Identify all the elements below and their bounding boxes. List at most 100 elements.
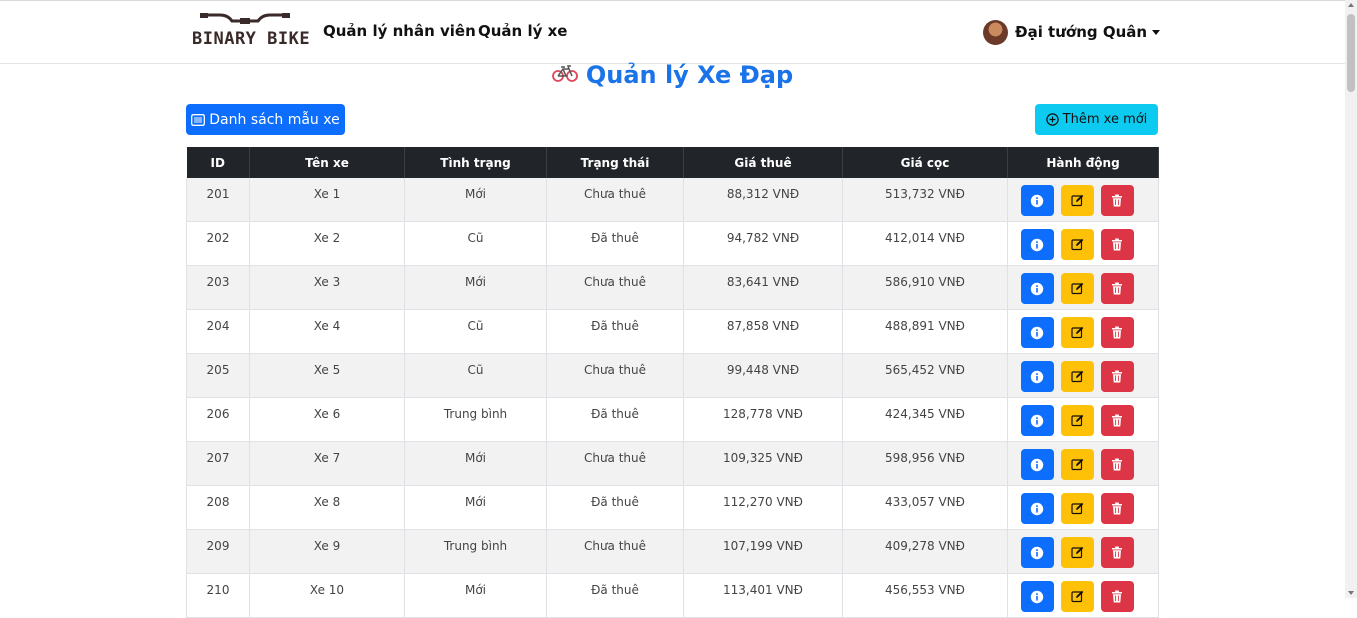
edit-button[interactable] (1060, 317, 1094, 348)
cell-condition-text: Mới (464, 187, 487, 201)
cell-rent-price: 112,270 VNĐ (683, 485, 843, 530)
cell-id: 208 (186, 485, 250, 530)
info-button[interactable] (1020, 449, 1054, 480)
cell-condition: Mới (404, 265, 547, 310)
delete-button[interactable] (1100, 537, 1134, 568)
info-button[interactable] (1020, 581, 1054, 612)
cell-deposit-text: 488,891 VNĐ (885, 319, 965, 333)
cell-rent-price: 109,325 VNĐ (683, 441, 843, 486)
page-title-text: Quản lý Xe Đạp (585, 61, 794, 89)
delete-button[interactable] (1100, 229, 1134, 260)
delete-button[interactable] (1100, 581, 1134, 612)
cell-actions (1007, 529, 1159, 574)
cell-condition-text: Cũ (467, 231, 484, 245)
cell-status: Chưa thuê (546, 265, 684, 310)
edit-button[interactable] (1060, 273, 1094, 304)
cell-status-text: Đã thuê (591, 319, 639, 333)
cell-id-text: 206 (206, 407, 230, 421)
edit-icon (1070, 458, 1084, 471)
cell-rent-price-text: 94,782 VNĐ (726, 231, 800, 245)
cell-condition: Mới (404, 441, 547, 486)
table-row: 206 Xe 6 Trung bình Đã thuê 128,778 VNĐ 424,3… (186, 397, 1159, 442)
edit-button[interactable] (1060, 537, 1094, 568)
user-menu[interactable]: Đại tướng Quân (983, 19, 1161, 45)
brand-text: BINARY BIKE (192, 29, 311, 49)
cell-condition-text: Trung bình (443, 539, 508, 553)
cell-deposit-text: 433,057 VNĐ (885, 495, 965, 509)
delete-button[interactable] (1100, 317, 1134, 348)
vertical-scrollbar[interactable] (1345, 0, 1357, 598)
header-rent-price: Giá thuê (683, 147, 843, 178)
action-group (1008, 266, 1158, 304)
scroll-up-icon[interactable] (1348, 3, 1354, 7)
scroll-thumb[interactable] (1347, 14, 1355, 92)
trash-icon (1111, 414, 1123, 427)
cell-name-text: Xe 9 (313, 539, 341, 553)
brand-logo[interactable]: BINARY BIKE (192, 11, 310, 49)
handlebar-icon (200, 13, 290, 24)
cell-id-text: 204 (206, 319, 230, 333)
edit-button[interactable] (1060, 493, 1094, 524)
avatar (983, 19, 1008, 45)
add-bike-button[interactable]: Thêm xe mới (1035, 104, 1158, 135)
cell-name-text: Xe 6 (313, 407, 341, 421)
edit-button[interactable] (1060, 449, 1094, 480)
nav-link-bikes[interactable]: Quản lý xe (478, 22, 567, 40)
cell-deposit: 409,278 VNĐ (842, 529, 1008, 574)
info-icon (1030, 282, 1044, 296)
cell-deposit-text: 565,452 VNĐ (885, 363, 965, 377)
info-icon (1030, 546, 1044, 560)
edit-button[interactable] (1060, 361, 1094, 392)
delete-button[interactable] (1100, 273, 1134, 304)
cell-name-text: Xe 3 (313, 275, 341, 289)
delete-button[interactable] (1100, 361, 1134, 392)
delete-button[interactable] (1100, 493, 1134, 524)
cell-rent-price: 83,641 VNĐ (683, 265, 843, 310)
cell-condition: Trung bình (404, 529, 547, 574)
cell-rent-price-text: 113,401 VNĐ (723, 583, 803, 597)
trash-icon (1111, 546, 1123, 559)
cell-rent-price: 87,858 VNĐ (683, 309, 843, 354)
plus-circle-icon (1045, 113, 1059, 126)
cell-id-text: 209 (206, 539, 230, 553)
info-button[interactable] (1020, 493, 1054, 524)
info-button[interactable] (1020, 273, 1054, 304)
cell-actions (1007, 221, 1159, 266)
cell-deposit-text: 586,910 VNĐ (885, 275, 965, 289)
table-header-row: ID Tên xe Tình trạng Trạng thái Giá thuê… (186, 147, 1159, 178)
cell-condition: Mới (404, 485, 547, 530)
info-button[interactable] (1020, 361, 1054, 392)
action-group (1008, 354, 1158, 392)
edit-button[interactable] (1060, 185, 1094, 216)
nav-link-employees[interactable]: Quản lý nhân viên (323, 22, 476, 40)
info-button[interactable] (1020, 405, 1054, 436)
info-button[interactable] (1020, 537, 1054, 568)
cell-rent-price-text: 128,778 VNĐ (723, 407, 803, 421)
cell-deposit: 565,452 VNĐ (842, 353, 1008, 398)
cell-rent-price: 113,401 VNĐ (683, 573, 843, 618)
cell-rent-price: 128,778 VNĐ (683, 397, 843, 442)
cell-status: Chưa thuê (546, 178, 684, 222)
cell-status: Đã thuê (546, 573, 684, 618)
table-row: 205 Xe 5 Cũ Chưa thuê 99,448 VNĐ 565,452 VNĐ (186, 353, 1159, 398)
scroll-down-icon[interactable] (1348, 591, 1354, 595)
chevron-down-icon (1152, 29, 1161, 35)
model-list-button[interactable]: Danh sách mẫu xe (186, 104, 345, 135)
info-icon (1030, 238, 1044, 252)
table-body: 201 Xe 1 Mới Chưa thuê 88,312 VNĐ 513,732 VNĐ… (186, 178, 1159, 618)
cell-condition-text: Mới (464, 495, 487, 509)
cell-status: Chưa thuê (546, 441, 684, 486)
edit-button[interactable] (1060, 405, 1094, 436)
delete-button[interactable] (1100, 185, 1134, 216)
edit-button[interactable] (1060, 229, 1094, 260)
delete-button[interactable] (1100, 449, 1134, 480)
edit-icon (1070, 370, 1084, 383)
cell-id: 206 (186, 397, 250, 442)
delete-button[interactable] (1100, 405, 1134, 436)
info-button[interactable] (1020, 317, 1054, 348)
cell-name-text: Xe 10 (309, 583, 345, 597)
info-button[interactable] (1020, 185, 1054, 216)
edit-icon (1070, 502, 1084, 515)
info-button[interactable] (1020, 229, 1054, 260)
edit-button[interactable] (1060, 581, 1094, 612)
